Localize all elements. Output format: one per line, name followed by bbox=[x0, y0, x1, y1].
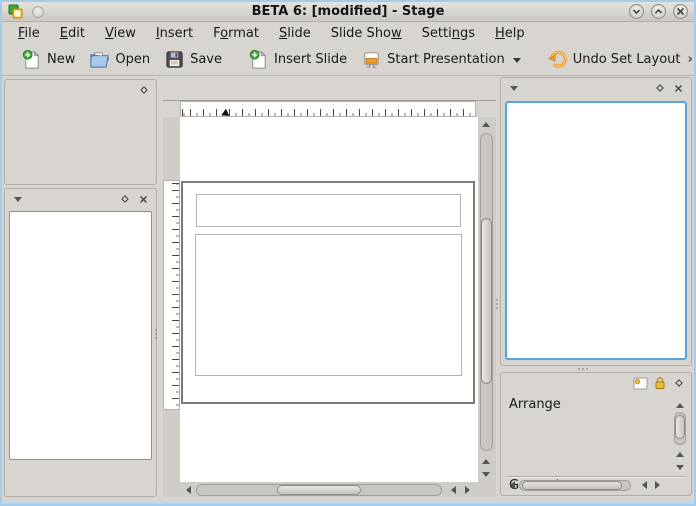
menu-format[interactable]: Format bbox=[203, 24, 269, 43]
scroll-right-icon[interactable] bbox=[651, 479, 663, 491]
tool-options-header bbox=[501, 373, 691, 393]
insert-slide-icon bbox=[248, 49, 269, 70]
horizontal-ruler bbox=[180, 101, 476, 117]
toolbar-button-label: Insert Slide bbox=[274, 52, 347, 67]
toolbar-overflow-button[interactable]: › bbox=[687, 52, 692, 67]
save-button[interactable]: Save bbox=[157, 46, 229, 73]
close-dock-icon[interactable] bbox=[672, 82, 685, 95]
toolbar-button-label: Start Presentation bbox=[387, 52, 505, 67]
canvas-area bbox=[163, 117, 496, 497]
menu-insert[interactable]: Insert bbox=[146, 24, 203, 43]
new-doc-icon bbox=[21, 49, 42, 70]
menu-slide-show[interactable]: Slide Show bbox=[321, 24, 412, 43]
slide-canvas[interactable] bbox=[180, 117, 478, 482]
right-splitter-handle[interactable] bbox=[578, 368, 588, 370]
minimize-button[interactable] bbox=[629, 4, 644, 19]
float-dock-icon[interactable] bbox=[118, 193, 131, 206]
menu-settings[interactable]: Settings bbox=[412, 24, 485, 43]
horizontal-scroll-thumb[interactable] bbox=[277, 485, 361, 495]
titlebar[interactable]: BETA 6: [modified] - Stage bbox=[2, 2, 694, 22]
horizontal-scroll-thumb[interactable] bbox=[522, 481, 622, 490]
view-tabbar bbox=[163, 78, 496, 101]
toolbar-button-label: Undo Set Layout bbox=[573, 52, 681, 67]
start-presentation-button[interactable]: Start Presentation bbox=[354, 46, 528, 73]
vertical-scroll-thumb[interactable] bbox=[675, 415, 685, 439]
float-dock-icon[interactable] bbox=[672, 377, 685, 390]
toolbar-button-label: Save bbox=[190, 52, 222, 67]
slide-layouts-dock bbox=[500, 77, 692, 366]
scroll-up-icon[interactable] bbox=[674, 399, 686, 411]
menu-file[interactable]: File bbox=[8, 24, 50, 43]
insert-slide-button[interactable]: Insert Slide bbox=[241, 46, 354, 73]
canvas-horizontal-scrollbar[interactable] bbox=[182, 483, 475, 497]
new-button[interactable]: New bbox=[14, 46, 82, 73]
undo-icon bbox=[547, 49, 568, 70]
arrange-section-label: Arrange bbox=[509, 397, 561, 412]
menu-help[interactable]: Help bbox=[485, 24, 535, 43]
lock-dock-icon[interactable] bbox=[654, 376, 666, 390]
tool-options-vertical-scrollbar[interactable] bbox=[673, 399, 687, 473]
vertical-scroll-thumb[interactable] bbox=[481, 218, 492, 384]
close-dock-icon[interactable] bbox=[137, 193, 150, 206]
toolbar-button-label: New bbox=[47, 52, 75, 67]
content-placeholder[interactable] bbox=[195, 234, 462, 376]
vertical-ruler bbox=[163, 180, 180, 410]
start-presentation-icon bbox=[361, 49, 382, 70]
open-folder-icon bbox=[89, 49, 110, 70]
scroll-right-icon[interactable] bbox=[461, 484, 473, 496]
tool-options-dock: Arrange Geometry bbox=[500, 372, 692, 496]
tools-dock-header bbox=[5, 80, 156, 100]
tools-dock bbox=[4, 79, 157, 185]
document-dock bbox=[4, 188, 157, 497]
arrange-buttons bbox=[507, 413, 669, 471]
tool-options-horizontal-scrollbar[interactable] bbox=[506, 479, 664, 492]
slide-layouts-header bbox=[501, 78, 691, 98]
menu-slide[interactable]: Slide bbox=[269, 24, 321, 43]
scroll-up-icon[interactable] bbox=[480, 118, 492, 130]
window-title: BETA 6: [modified] - Stage bbox=[2, 4, 694, 19]
close-button[interactable] bbox=[673, 4, 688, 19]
slide-page[interactable] bbox=[181, 181, 475, 404]
scroll-left-icon[interactable] bbox=[506, 479, 518, 491]
canvas-vertical-scrollbar[interactable] bbox=[479, 118, 494, 481]
window-controls bbox=[629, 4, 688, 19]
scroll-left-icon[interactable] bbox=[447, 484, 459, 496]
scroll-down-icon[interactable] bbox=[674, 461, 686, 473]
scroll-left-icon[interactable] bbox=[182, 484, 194, 496]
save-icon bbox=[164, 49, 185, 70]
dock-splitter-handle[interactable] bbox=[155, 329, 157, 339]
slide-list bbox=[9, 211, 152, 460]
application-window: BETA 6: [modified] - Stage FileEditViewI… bbox=[0, 0, 696, 506]
undo-set-layout-button[interactable]: Undo Set Layout bbox=[540, 46, 688, 73]
collapse-dock-icon[interactable] bbox=[11, 193, 24, 206]
layout-list bbox=[505, 101, 687, 360]
toolbar-button-label: Open bbox=[115, 52, 150, 67]
open-button[interactable]: Open bbox=[82, 46, 157, 73]
menu-edit[interactable]: Edit bbox=[50, 24, 95, 43]
shape-properties-icon[interactable] bbox=[633, 377, 648, 390]
section-divider bbox=[507, 476, 685, 477]
scroll-left-icon[interactable] bbox=[638, 479, 650, 491]
collapse-dock-icon[interactable] bbox=[507, 82, 520, 95]
scroll-up-icon[interactable] bbox=[480, 455, 492, 467]
title-placeholder[interactable] bbox=[196, 194, 461, 227]
menubar: FileEditViewInsertFormatSlideSlide ShowS… bbox=[2, 23, 694, 44]
main-toolbar: New Open Save Insert Slide Start Presentatio… bbox=[2, 44, 694, 76]
scroll-down-icon[interactable] bbox=[480, 468, 492, 480]
float-dock-icon[interactable] bbox=[137, 84, 150, 97]
menu-view[interactable]: View bbox=[95, 24, 146, 43]
dropdown-arrow-icon[interactable] bbox=[513, 58, 521, 67]
document-dock-header bbox=[5, 189, 156, 209]
scroll-up-icon[interactable] bbox=[674, 448, 686, 460]
float-dock-icon[interactable] bbox=[653, 82, 666, 95]
center-splitter-handle[interactable] bbox=[496, 299, 498, 309]
maximize-button[interactable] bbox=[651, 4, 666, 19]
